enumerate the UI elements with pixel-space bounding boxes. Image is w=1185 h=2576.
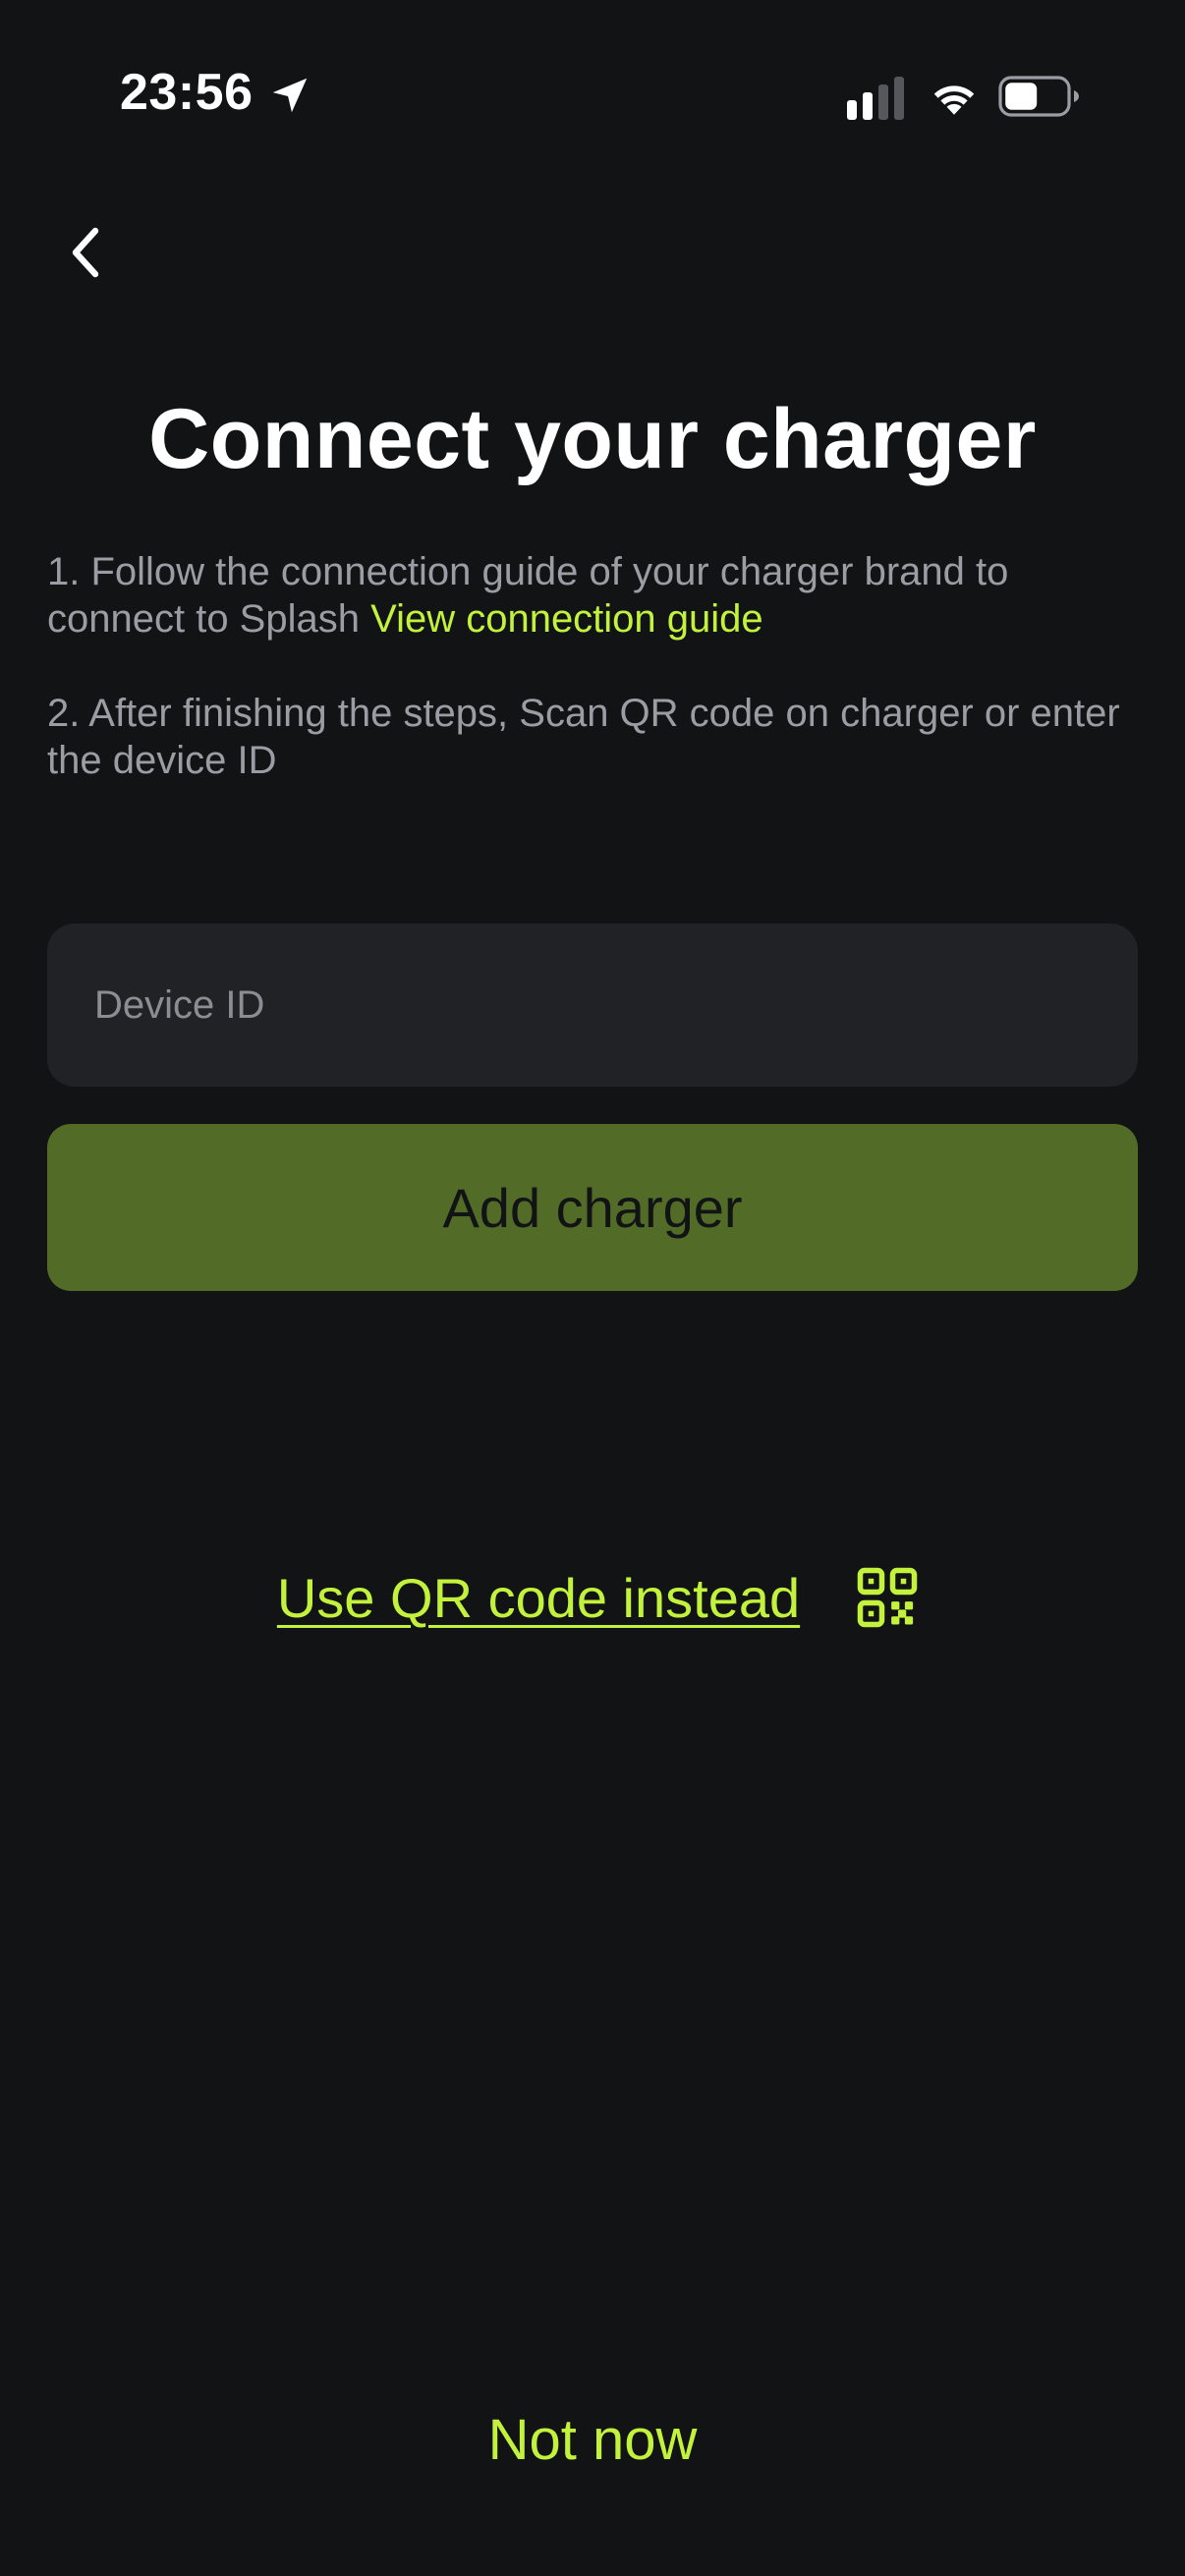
- page-title: Connect your charger: [148, 392, 1037, 486]
- location-arrow-icon: [272, 78, 308, 113]
- instruction-step-1: 1. Follow the connection guide of your c…: [47, 548, 1138, 643]
- back-button[interactable]: [51, 218, 120, 287]
- device-id-input[interactable]: [47, 924, 1138, 1087]
- instruction-step-2: 2. After finishing the steps, Scan QR co…: [47, 692, 1120, 782]
- battery-icon: [998, 76, 1079, 117]
- qr-code-icon[interactable]: [855, 1565, 920, 1630]
- chevron-left-icon: [72, 227, 99, 278]
- use-qr-code-button[interactable]: Use QR code instead: [0, 1558, 1185, 1637]
- status-time: 23:56: [120, 64, 254, 121]
- wifi-icon: [933, 85, 975, 115]
- add-charger-button[interactable]: Add charger: [47, 1124, 1138, 1291]
- not-now-button[interactable]: Not now: [0, 2407, 1185, 2473]
- status-bar: 23:56: [0, 0, 1185, 187]
- view-connection-guide-link[interactable]: View connection guide: [370, 597, 763, 641]
- device-id-field-container: [47, 924, 1138, 1087]
- use-qr-code-link[interactable]: Use QR code instead: [277, 1566, 800, 1630]
- cellular-signal-icon: [847, 77, 904, 120]
